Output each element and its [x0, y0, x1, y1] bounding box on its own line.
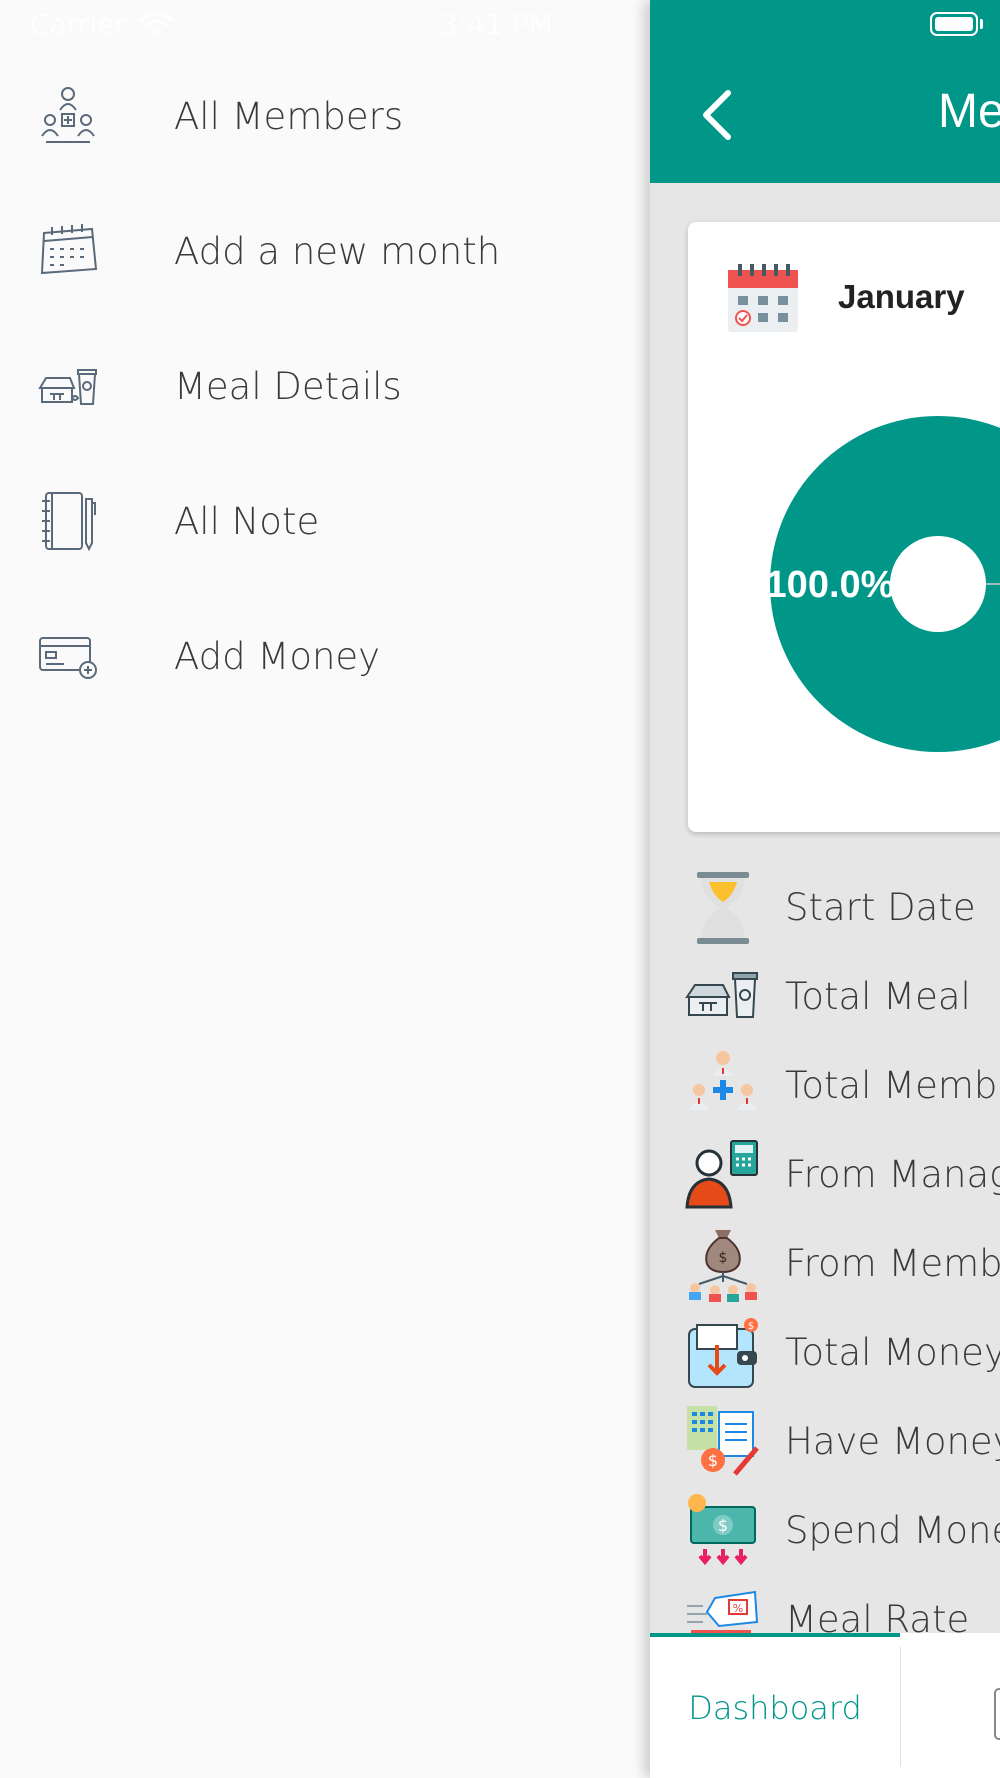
- info-row-total-members[interactable]: Total Membe: [685, 1041, 1000, 1130]
- wifi-icon: [140, 12, 174, 36]
- info-row-label: Have Money: [785, 1420, 1000, 1463]
- svg-text:$: $: [719, 1250, 728, 1266]
- info-row-label: Total Money: [785, 1331, 1000, 1374]
- hourglass-icon: [697, 871, 749, 944]
- wallet-icon: $: [688, 1317, 758, 1388]
- status-bar-left: Carrier: [30, 4, 174, 44]
- svg-text:$: $: [748, 1321, 754, 1332]
- info-row-spend-money[interactable]: $ Spend Mone: [685, 1486, 1000, 1575]
- drawer-item-meal-details[interactable]: Meal Details: [0, 326, 650, 446]
- meal-icon: [685, 971, 758, 1018]
- carrier-label: Carrier: [30, 7, 126, 41]
- credit-card-icon: [36, 624, 100, 688]
- calendar-icon: [36, 219, 100, 283]
- pie-hole: [890, 536, 986, 632]
- manager-calculator-icon: [685, 1139, 758, 1208]
- info-row-have-money[interactable]: $ Have Money: [685, 1397, 1000, 1486]
- app-header: Me: [650, 0, 1000, 183]
- info-row-label: Total Membe: [785, 1064, 1000, 1107]
- tab-divider: [900, 1647, 901, 1767]
- info-row-label: Total Meal: [785, 975, 971, 1018]
- status-time: 3:41 PM: [440, 7, 553, 41]
- chevron-left-icon: [703, 90, 731, 140]
- tab-dashboard-label: Dashboard: [688, 1688, 862, 1727]
- drawer-item-all-note[interactable]: All Note: [0, 461, 650, 581]
- info-row-label: Start Date: [785, 886, 976, 929]
- drawer-item-label: All Note: [174, 499, 320, 543]
- members-icon: [689, 1050, 757, 1110]
- svg-text:%: %: [733, 1602, 743, 1615]
- drawer-item-label: All Members: [174, 94, 404, 138]
- svg-text:$: $: [708, 1451, 718, 1470]
- spend-money-icon: $: [688, 1493, 756, 1565]
- info-row-from-members[interactable]: $ From Memb: [685, 1219, 1000, 1308]
- info-row-label: From Memb: [785, 1242, 1000, 1285]
- info-row-total-money[interactable]: $ Total Money: [685, 1308, 1000, 1397]
- drawer-item-all-members[interactable]: All Members: [0, 56, 650, 176]
- battery-icon: [930, 12, 978, 36]
- page-title: Me: [938, 85, 1000, 138]
- meal-icon: [36, 354, 100, 418]
- info-row-label: Spend Mone: [785, 1509, 1000, 1552]
- month-name: January: [838, 278, 965, 315]
- battery-tip: [980, 19, 983, 29]
- tab-next-icon[interactable]: [994, 1688, 1000, 1740]
- pie-chart: 100.0%: [766, 416, 1000, 752]
- info-row-start-date[interactable]: Start Date: [685, 863, 1000, 952]
- bottom-tab-bar: Dashboard: [650, 1633, 1000, 1778]
- members-icon: [36, 84, 100, 148]
- pie-slice-label: 100.0%: [766, 564, 895, 606]
- drawer-item-add-month[interactable]: Add a new month: [0, 191, 650, 311]
- notebook-icon: [36, 489, 100, 553]
- money-bag-icon: $: [689, 1229, 757, 1302]
- month-summary-card[interactable]: January 100.0%: [688, 222, 1000, 832]
- drawer-item-label: Meal Details: [174, 364, 402, 408]
- drawer-item-label: Add Money: [174, 634, 381, 678]
- info-row-from-manager[interactable]: From Manag: [685, 1130, 1000, 1219]
- drawer-item-label: Add a new month: [174, 229, 501, 273]
- drawer-item-add-money[interactable]: Add Money: [0, 596, 650, 716]
- back-button[interactable]: [690, 85, 750, 145]
- info-row-total-meal[interactable]: Total Meal: [685, 952, 1000, 1041]
- calendar-icon: [728, 264, 798, 332]
- calculator-coin-icon: $: [687, 1405, 759, 1476]
- navigation-drawer: Carrier 3:41 PM All Members Add a new mo…: [0, 0, 650, 1778]
- main-screen: Me January 100.0% Start Date Total Meal …: [650, 0, 1000, 1778]
- tab-dashboard[interactable]: Dashboard: [650, 1637, 900, 1778]
- info-row-label: From Manag: [785, 1153, 1000, 1196]
- svg-text:$: $: [718, 1516, 728, 1535]
